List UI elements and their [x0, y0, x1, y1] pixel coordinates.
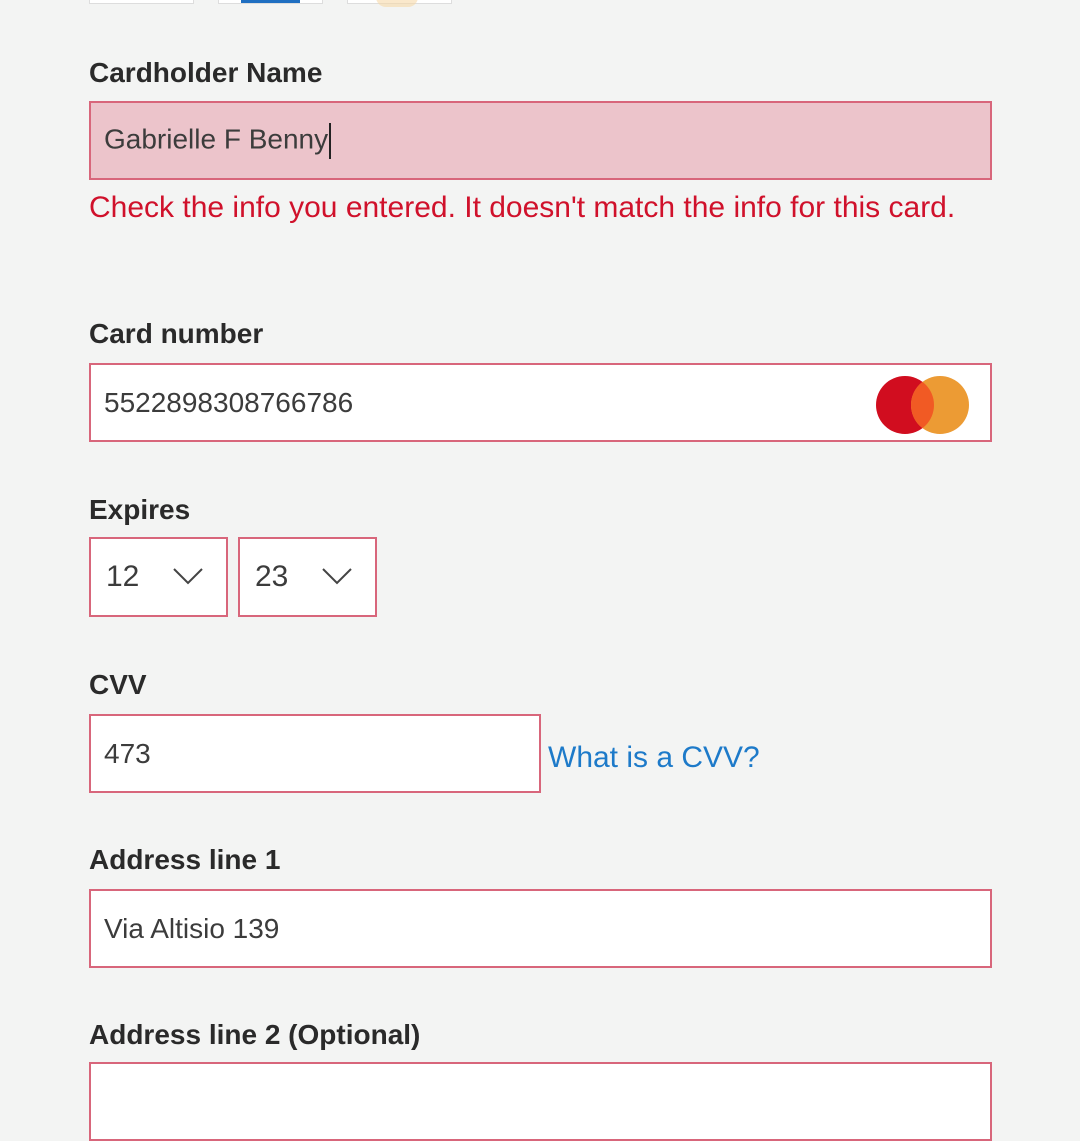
cvv-label: CVV — [89, 669, 147, 700]
cardholder-name-label: Cardholder Name — [89, 57, 323, 88]
visa-logo-icon — [89, 0, 194, 4]
amex-logo-icon — [218, 0, 323, 4]
what-is-cvv-link[interactable]: What is a CVV? — [548, 741, 760, 775]
card-number-value: 5522898308766786 — [104, 386, 354, 418]
expiry-month-select[interactable]: 12 — [89, 537, 228, 617]
expiry-year-select[interactable]: 23 — [238, 537, 377, 617]
card-number-label: Card number — [89, 318, 264, 349]
cardholder-name-input[interactable]: Gabrielle F Benny — [89, 101, 992, 180]
card-number-input[interactable]: 5522898308766786 — [89, 363, 992, 442]
text-cursor — [329, 122, 332, 159]
discover-logo-icon — [347, 0, 452, 7]
chevron-down-icon — [322, 568, 352, 585]
expires-label: Expires — [89, 494, 191, 525]
expiry-year-value: 23 — [255, 560, 289, 593]
accepted-cards-row — [89, 0, 452, 7]
cvv-input[interactable]: 473 — [89, 714, 541, 793]
expiry-month-value: 12 — [106, 560, 140, 593]
cvv-value: 473 — [104, 737, 151, 769]
address-line-1-label: Address line 1 — [89, 844, 281, 875]
chevron-down-icon — [173, 568, 203, 585]
address-line-1-input[interactable]: Via Altisio 139 — [89, 889, 992, 968]
cardholder-name-value: Gabrielle F Benny — [91, 122, 332, 159]
address-line-2-input[interactable] — [89, 1062, 992, 1141]
cardholder-error-message: Check the info you entered. It doesn't m… — [89, 191, 956, 224]
address-line-1-value: Via Altisio 139 — [104, 912, 280, 944]
address-line-2-label: Address line 2 (Optional) — [89, 1019, 421, 1050]
mastercard-logo-icon — [864, 367, 988, 438]
